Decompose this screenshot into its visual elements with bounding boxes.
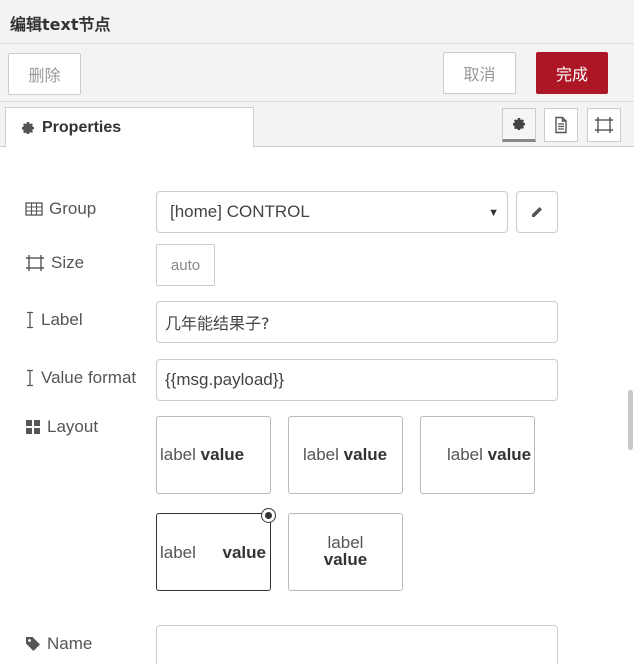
table-icon bbox=[25, 202, 43, 216]
gear-icon bbox=[20, 120, 36, 136]
layout-option-3[interactable]: label value bbox=[420, 416, 535, 494]
group-select[interactable]: [home] CONTROL ▼ bbox=[156, 191, 508, 233]
editor-title: 编辑text节点 bbox=[10, 15, 111, 34]
frame-icon bbox=[594, 116, 614, 134]
tab-properties[interactable]: Properties bbox=[5, 107, 254, 148]
editor-title-bar: 编辑text节点 bbox=[0, 0, 634, 44]
size-button[interactable]: auto bbox=[156, 244, 215, 286]
tag-icon bbox=[25, 636, 41, 652]
name-label: Name bbox=[25, 634, 92, 654]
layout-label: Layout bbox=[25, 417, 98, 437]
value-format-label: Value format bbox=[25, 368, 136, 388]
name-input[interactable] bbox=[156, 625, 558, 664]
label-label: Label bbox=[25, 310, 83, 330]
frame-icon bbox=[25, 254, 45, 272]
group-label: Group bbox=[25, 199, 96, 219]
appearance-tab-button[interactable] bbox=[587, 108, 621, 142]
editor-button-bar: 删除 取消 完成 bbox=[0, 44, 634, 102]
group-select-value: [home] CONTROL bbox=[170, 202, 310, 221]
edit-group-button[interactable] bbox=[516, 191, 558, 233]
layout-option-5[interactable]: label value bbox=[288, 513, 403, 591]
pencil-icon bbox=[530, 205, 544, 219]
caret-down-icon: ▼ bbox=[488, 207, 499, 219]
scrollbar[interactable] bbox=[628, 390, 633, 450]
text-cursor-icon bbox=[25, 311, 35, 329]
description-tab-button[interactable] bbox=[544, 108, 578, 142]
selected-radio-icon bbox=[261, 508, 276, 523]
tab-properties-label: Properties bbox=[42, 118, 122, 136]
layout-option-2[interactable]: label value bbox=[288, 416, 403, 494]
cancel-button[interactable]: 取消 bbox=[443, 52, 516, 94]
layout-option-4[interactable]: label value bbox=[156, 508, 276, 591]
done-button[interactable]: 完成 bbox=[536, 52, 608, 94]
document-icon bbox=[553, 116, 569, 134]
gear-icon bbox=[511, 116, 527, 132]
properties-tab-button[interactable] bbox=[502, 108, 536, 142]
label-input[interactable]: 几年能结果子? bbox=[156, 301, 558, 343]
text-cursor-icon bbox=[25, 369, 35, 387]
value-format-input[interactable]: {{msg.payload}} bbox=[156, 359, 558, 401]
size-label: Size bbox=[25, 253, 84, 273]
layout-option-1[interactable]: label value bbox=[156, 416, 271, 494]
delete-button[interactable]: 删除 bbox=[8, 53, 81, 95]
grid-icon bbox=[25, 419, 41, 435]
tabs-row: Properties bbox=[0, 102, 634, 148]
